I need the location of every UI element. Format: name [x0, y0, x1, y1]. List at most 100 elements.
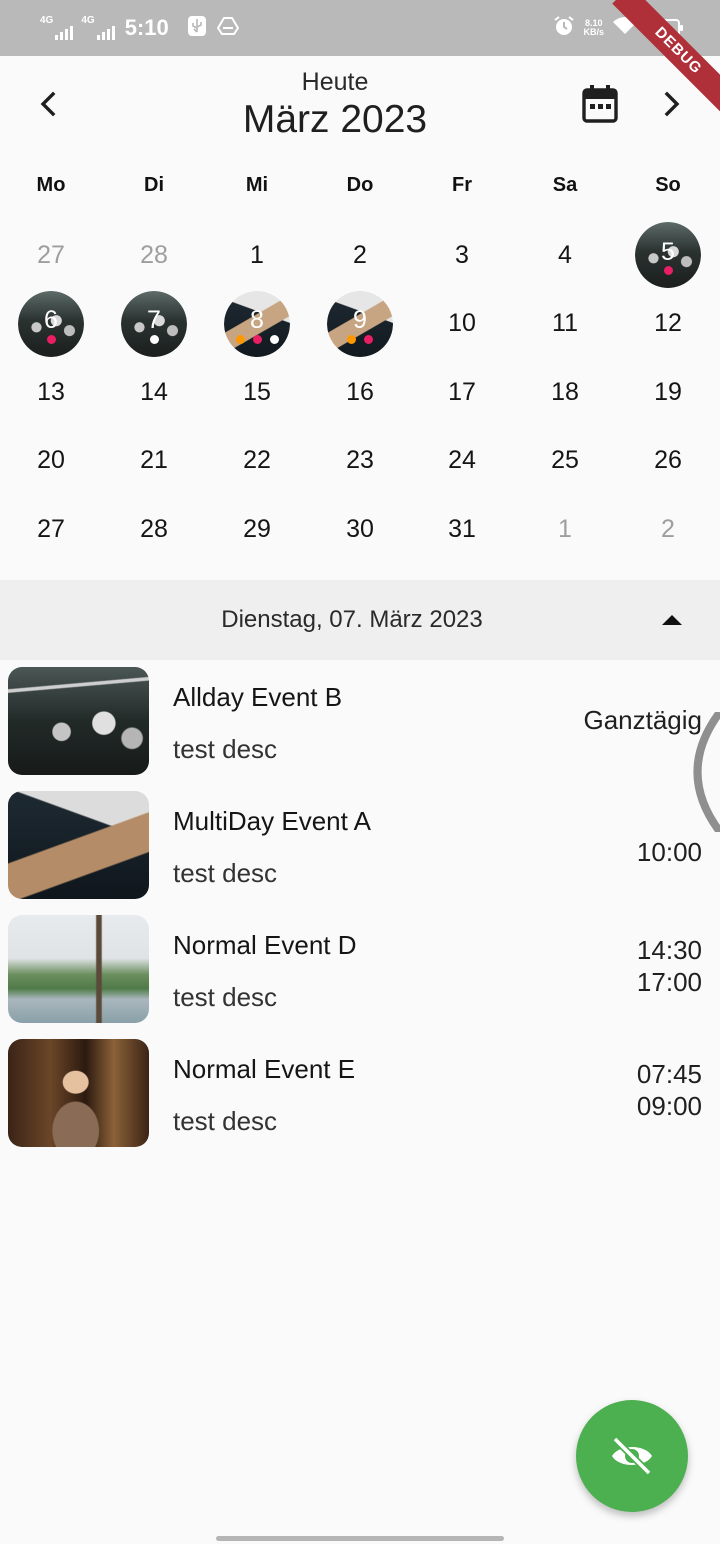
day-cell[interactable]: 10: [429, 291, 495, 357]
day-cell[interactable]: 2: [635, 496, 701, 562]
day-cell[interactable]: 23: [327, 428, 393, 494]
day-cell[interactable]: 11: [532, 291, 598, 357]
day-cell[interactable]: 24: [429, 428, 495, 494]
event-row[interactable]: MultiDay Event A test desc 10:00: [0, 784, 720, 908]
day-number: 17: [448, 377, 476, 406]
day-cell[interactable]: 4: [532, 222, 598, 288]
visibility-off-icon: [612, 1436, 652, 1476]
event-row[interactable]: Normal Event D test desc 14:30 17:00: [0, 908, 720, 1032]
event-dot: [347, 334, 356, 344]
event-time: 14:30 17:00: [637, 934, 702, 998]
network-speed: 8.10 KB/s: [583, 19, 604, 37]
today-button[interactable]: Heute: [0, 68, 670, 97]
chevron-right-icon: [664, 91, 680, 117]
day-cell[interactable]: 5: [635, 222, 701, 288]
day-number: 13: [37, 377, 65, 406]
day-cell[interactable]: 28: [121, 496, 187, 562]
day-number: 11: [552, 309, 578, 337]
event-dot: [252, 334, 262, 344]
day-cell[interactable]: 16: [327, 359, 393, 425]
day-cell[interactable]: 26: [635, 428, 701, 494]
weekday-label: Mi: [245, 174, 269, 196]
day-cell[interactable]: 25: [532, 428, 598, 494]
day-cell[interactable]: 30: [327, 496, 393, 562]
event-dots: [635, 266, 701, 275]
calendar-picker-button[interactable]: [578, 82, 622, 126]
network-speed-unit: KB/s: [583, 27, 604, 37]
day-cell[interactable]: 13: [18, 359, 84, 425]
event-thumbnail: [8, 791, 149, 899]
day-cell[interactable]: 17: [429, 359, 495, 425]
calendar-header: Heute März 2023: [0, 56, 720, 160]
day-cell[interactable]: 9: [327, 290, 393, 357]
day-cell[interactable]: 27: [18, 496, 84, 562]
selected-day-bar[interactable]: Dienstag, 07. März 2023: [0, 580, 720, 660]
day-cell[interactable]: 14: [121, 359, 187, 425]
event-time: 07:45 09:00: [637, 1058, 702, 1122]
day-cell[interactable]: 1: [224, 222, 290, 288]
day-number: 1: [558, 514, 572, 543]
status-time: 5:10: [124, 15, 169, 40]
day-number: 7: [147, 306, 161, 334]
day-cell[interactable]: 20: [18, 428, 84, 494]
event-time-line: 07:45: [636, 1059, 702, 1089]
day-cell[interactable]: 18: [532, 359, 598, 425]
day-number: 8: [250, 306, 264, 334]
day-number: 12: [654, 309, 682, 337]
day-number: 25: [551, 446, 579, 474]
day-number: 1: [250, 240, 264, 269]
event-thumbnail: [8, 915, 149, 1023]
day-number: 9: [353, 306, 367, 334]
toggle-visibility-button[interactable]: [576, 1400, 688, 1512]
event-time-line: 09:00: [636, 1091, 702, 1121]
event-dots: [327, 334, 393, 344]
event-time-line: Ganztägig: [583, 705, 702, 735]
day-cell[interactable]: 22: [224, 428, 290, 494]
event-description: test desc: [173, 734, 278, 764]
day-number: 27: [37, 514, 65, 543]
day-cell[interactable]: 3: [429, 222, 495, 288]
day-cell[interactable]: 7: [121, 290, 187, 357]
drive-icon: [216, 16, 239, 41]
event-dot: [149, 334, 159, 344]
event-dot: [235, 334, 245, 344]
event-description: test desc: [173, 858, 278, 888]
event-row[interactable]: Allday Event B test desc Ganztägig: [0, 660, 720, 784]
day-number: 2: [661, 514, 675, 543]
home-indicator[interactable]: [216, 1536, 504, 1541]
day-cell[interactable]: 2: [327, 222, 393, 288]
day-number: 31: [448, 514, 476, 543]
day-cell[interactable]: 27: [18, 222, 84, 288]
event-dot: [663, 266, 673, 275]
day-cell[interactable]: 21: [121, 428, 187, 494]
month-title: März 2023: [242, 98, 428, 141]
day-cell[interactable]: 8: [224, 290, 290, 357]
next-month-button[interactable]: [652, 84, 692, 124]
alarm-icon: [553, 15, 575, 42]
triangle-up-icon: [662, 615, 682, 625]
day-cell[interactable]: 19: [635, 359, 701, 425]
day-number: 28: [140, 514, 168, 543]
edge-swipe-indicator: [693, 712, 720, 832]
day-cell[interactable]: 15: [224, 359, 290, 425]
day-cell[interactable]: 1: [532, 496, 598, 562]
day-cell[interactable]: 6: [18, 290, 84, 357]
day-cell[interactable]: 31: [429, 496, 495, 562]
event-row[interactable]: Normal Event E test desc 07:45 09:00: [0, 1032, 720, 1156]
day-cell[interactable]: 29: [224, 496, 290, 562]
day-number: 29: [243, 514, 271, 543]
weekday-label: Fr: [452, 174, 472, 196]
day-cell[interactable]: 12: [635, 291, 701, 357]
weekday-label: Do: [346, 174, 374, 196]
day-number: 15: [243, 377, 271, 406]
day-number: 14: [140, 377, 168, 406]
day-number: 23: [346, 446, 374, 474]
day-cell[interactable]: 28: [121, 222, 187, 288]
weekday-label: Mo: [36, 174, 66, 196]
day-number: 20: [37, 446, 65, 474]
day-number: 26: [654, 446, 682, 474]
event-dots: [18, 334, 84, 344]
day-number: 24: [448, 446, 476, 474]
collapse-button[interactable]: [652, 602, 692, 638]
weekday-header: Mo Di Mi Do Fr Sa So: [0, 168, 720, 204]
